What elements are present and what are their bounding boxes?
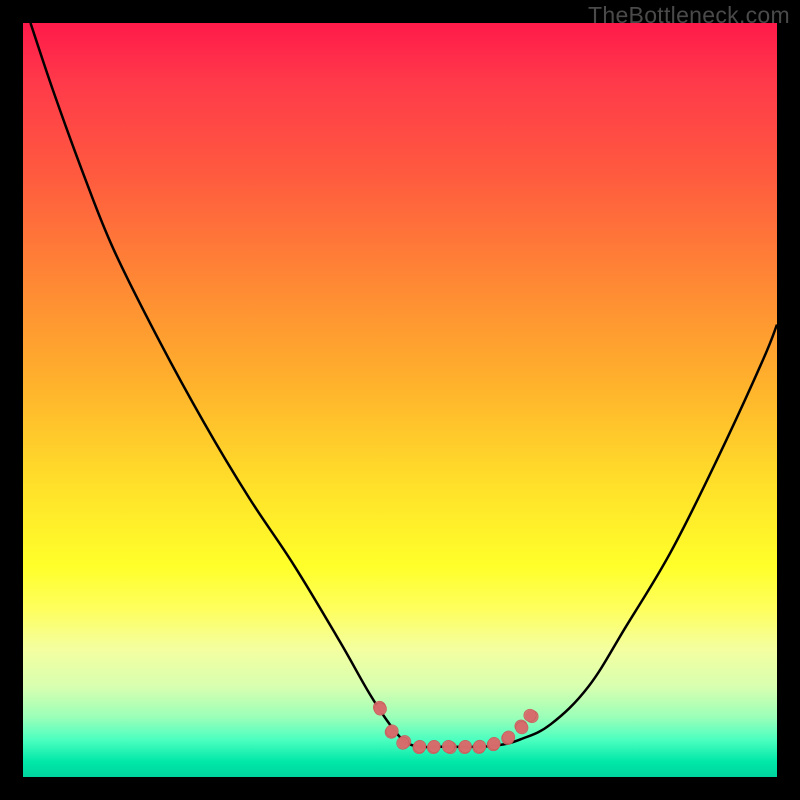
marker-dot: [414, 740, 426, 752]
marker-dot: [442, 740, 454, 752]
marker-dot: [516, 722, 528, 734]
marker-dot: [374, 703, 386, 715]
bottleneck-curve: [31, 23, 778, 747]
marker-dot: [397, 737, 409, 749]
plot-area: [23, 23, 777, 777]
marker-dot: [502, 731, 514, 743]
marker-group: [373, 701, 538, 754]
marker-dot: [524, 709, 536, 721]
marker-dot: [459, 740, 471, 752]
chart-svg: [23, 23, 777, 777]
marker-dot: [474, 740, 486, 752]
marker-dot: [488, 737, 500, 749]
marker-dot: [428, 740, 440, 752]
marker-dot: [386, 725, 398, 737]
chart-root: TheBottleneck.com: [0, 0, 800, 800]
